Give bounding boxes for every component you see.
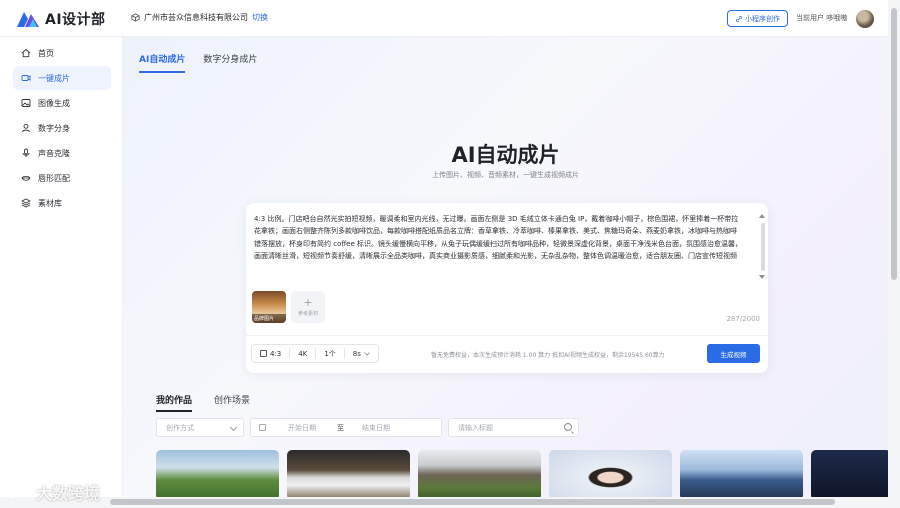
app-logo[interactable]: AI设计部 xyxy=(16,9,106,29)
work-thumbnail[interactable] xyxy=(811,450,888,497)
sidebar-item-lip-sync[interactable]: 唇形匹配 xyxy=(13,166,111,190)
sidebar-item-label: 数字分身 xyxy=(38,123,70,133)
chevron-down-icon xyxy=(364,351,370,356)
calendar-icon xyxy=(259,424,266,431)
chevron-down-icon xyxy=(229,423,238,432)
works-grid xyxy=(156,450,888,497)
sidebar-item-image-gen[interactable]: 图像生成 xyxy=(13,91,111,115)
lips-icon xyxy=(21,176,31,181)
link-icon xyxy=(736,15,742,22)
image-icon xyxy=(21,99,31,107)
prompt-scrollbar[interactable] xyxy=(761,223,765,271)
end-date-input[interactable]: 结束日期 xyxy=(362,423,390,433)
search-placeholder: 请输入标题 xyxy=(458,423,493,432)
logo-icon xyxy=(17,12,39,27)
watermark: 大数跨境 xyxy=(6,480,100,504)
prompt-textarea[interactable]: 4:3 比例。门店吧台自然光实拍短视频，暖调柔和室内光线，无过曝。画面左侧是 3… xyxy=(254,213,742,262)
plus-icon: + xyxy=(303,295,313,309)
home-icon xyxy=(21,48,31,58)
title-search-input[interactable]: 请输入标题 xyxy=(448,418,579,437)
tab-digital-avatar-video[interactable]: 数字分身成片 xyxy=(203,52,257,73)
cube-icon xyxy=(131,13,140,22)
sidebar-item-label: 一键成片 xyxy=(38,73,70,83)
sidebar-item-label: 声音克隆 xyxy=(38,148,70,158)
generation-options: 4:3 4K 1个 8s xyxy=(251,344,379,363)
scroll-down-arrow[interactable] xyxy=(759,275,765,279)
switch-company-link[interactable]: 切换 xyxy=(252,12,268,23)
creation-method-select[interactable]: 创作方式 xyxy=(156,418,244,437)
tab-ai-auto-video[interactable]: AI自动成片 xyxy=(139,52,186,73)
char-count: 287/2000 xyxy=(726,315,760,323)
generate-video-button[interactable]: 生成视频 xyxy=(707,344,760,363)
start-date-input[interactable]: 开始日期 xyxy=(288,423,316,433)
ratio-option[interactable]: 4:3 xyxy=(252,348,291,359)
mic-icon xyxy=(22,148,30,157)
date-separator: 至 xyxy=(337,423,344,432)
quantity-option[interactable]: 1个 xyxy=(316,348,345,359)
top-header: AI设计部 广州市芸众信息科技有限公司 切换 小程序创作 当前用户 哆哦嗷 xyxy=(0,0,888,37)
avatar[interactable] xyxy=(856,10,874,28)
sidebar-item-label: 首页 xyxy=(38,48,54,58)
prompt-card: 4:3 比例。门店吧台自然光实拍短视频，暖调柔和室内光线，无过曝。画面左侧是 3… xyxy=(246,203,768,373)
layers-icon xyxy=(21,198,31,208)
duration-option[interactable]: 8s xyxy=(345,348,378,359)
works-tabs: 我的作品 创作场景 xyxy=(156,393,250,412)
aspect-ratio-icon xyxy=(260,350,267,357)
company-name: 广州市芸众信息科技有限公司 xyxy=(144,13,248,22)
vertical-scrollbar-thumb[interactable] xyxy=(891,8,897,280)
quantity-value: 1个 xyxy=(324,349,336,358)
page-subtitle: 上传图片、视频、音频素材，一键生成视频成片 xyxy=(432,171,579,179)
uploaded-image-thumbnail[interactable]: 品牌图片 xyxy=(252,291,286,323)
creation-method-placeholder: 创作方式 xyxy=(166,423,194,432)
thumbnail-caption: 品牌图片 xyxy=(252,314,286,323)
credit-tip: 暂无免费权益，本次生成预计消耗 1.00 算力 抵扣AI视频生成权益，剩余195… xyxy=(431,352,665,359)
sidebar-item-label: 素材库 xyxy=(38,198,62,208)
current-user: 当前用户 哆哦嗷 xyxy=(796,14,848,22)
sidebar-item-digital-avatar[interactable]: 数字分身 xyxy=(13,116,111,140)
sidebar-item-voice-clone[interactable]: 声音克隆 xyxy=(13,141,111,165)
add-reference-label: 参考素材 xyxy=(297,310,318,317)
resolution-option[interactable]: 4K xyxy=(290,348,317,359)
video-icon xyxy=(21,75,31,81)
app-title: AI设计部 xyxy=(45,12,106,28)
work-thumbnail[interactable] xyxy=(680,450,803,497)
work-thumbnail[interactable] xyxy=(549,450,672,497)
watermark-logo-icon xyxy=(7,485,28,498)
person-icon xyxy=(22,123,30,133)
watermark-text: 大数跨境 xyxy=(36,484,101,503)
page-title: AI自动成片 xyxy=(451,143,560,167)
work-thumbnail[interactable] xyxy=(418,450,541,497)
sidebar-item-label: 唇形匹配 xyxy=(38,173,70,183)
add-reference-button[interactable]: + 参考素材 xyxy=(291,291,325,323)
sidebar-item-one-click-video[interactable]: 一键成片 xyxy=(13,66,111,90)
work-thumbnail[interactable] xyxy=(287,450,410,497)
duration-value: 8s xyxy=(352,349,361,358)
mini-program-label: 小程序创作 xyxy=(745,14,780,23)
scroll-up-arrow[interactable] xyxy=(759,214,765,218)
horizontal-scrollbar-thumb[interactable] xyxy=(110,499,835,505)
resolution-value: 4K xyxy=(298,349,308,358)
tab-my-works[interactable]: 我的作品 xyxy=(156,393,193,412)
company-switcher[interactable]: 广州市芸众信息科技有限公司 切换 xyxy=(131,12,268,23)
work-thumbnail[interactable] xyxy=(156,450,279,497)
sidebar: 首页 一键成片 图像生成 数字分身 声音克隆 唇形匹配 素材库 xyxy=(0,37,123,497)
date-range-picker[interactable]: 开始日期 至 结束日期 xyxy=(250,418,442,437)
main-content: AI自动成片 数字分身成片 AI自动成片 上传图片、视频、音频素材，一键生成视频… xyxy=(123,37,888,497)
ratio-value: 4:3 xyxy=(270,349,282,358)
mode-tabs: AI自动成片 数字分身成片 xyxy=(139,52,257,73)
sidebar-item-asset-library[interactable]: 素材库 xyxy=(13,191,111,215)
tab-creation-scenes[interactable]: 创作场景 xyxy=(214,393,250,412)
mini-program-button[interactable]: 小程序创作 xyxy=(727,10,788,27)
divider xyxy=(246,335,768,336)
sidebar-item-label: 图像生成 xyxy=(38,98,70,108)
sidebar-item-home[interactable]: 首页 xyxy=(13,41,111,65)
search-icon[interactable] xyxy=(564,423,572,431)
